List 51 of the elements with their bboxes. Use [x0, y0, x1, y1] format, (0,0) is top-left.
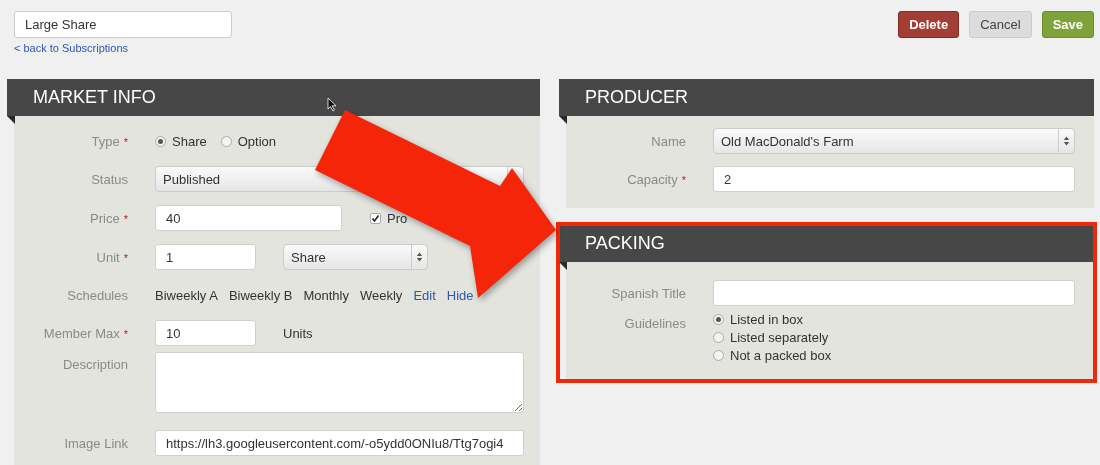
field-label: Capacity * [626, 171, 686, 187]
textarea-field[interactable] [155, 352, 524, 413]
field-label: Unit * [95, 249, 128, 265]
radio-option[interactable]: Listed separately [713, 330, 1075, 345]
field-label: Member Max * [42, 325, 128, 341]
select-field[interactable]: Share [283, 244, 428, 270]
schedule-name: Biweekly A [155, 287, 218, 303]
field-label: Spanish Title [610, 285, 686, 301]
field-label: Name [650, 133, 686, 149]
back-link[interactable]: < back to Subscriptions [14, 42, 129, 54]
text-field[interactable]: https://lh3.googleusercontent.com/-o5ydd0ONIu8/Ttg7ogi4 [155, 430, 524, 456]
text-field[interactable]: 1 [155, 244, 256, 270]
schedule-name: Monthly [303, 287, 349, 303]
text-field[interactable]: 40 [155, 205, 342, 231]
fold-icon [559, 262, 567, 270]
radio-option[interactable]: Listed in box [713, 312, 1075, 327]
checkmark-icon [371, 213, 380, 223]
title-field[interactable]: Large Share [14, 11, 232, 38]
field-label: Schedules [66, 287, 128, 303]
radio-option[interactable]: Share [155, 133, 207, 149]
schedule-name: Biweekly B [228, 287, 293, 303]
required-mark: * [681, 173, 686, 186]
radio-option[interactable]: Not a packed box [713, 348, 1075, 363]
field-label: Price * [89, 210, 128, 226]
panel-header: MARKET INFO [7, 79, 540, 116]
text-field[interactable] [713, 280, 1075, 306]
field-label: Status [90, 171, 128, 187]
checkbox-option[interactable]: Pro [370, 210, 408, 226]
panel-header: PRODUCER [559, 79, 1094, 116]
field-label: Description [61, 356, 128, 372]
panel-header: PACKING [559, 225, 1094, 262]
text-field[interactable]: 2 [713, 166, 1075, 192]
schedule-name: Weekly [360, 287, 403, 303]
fold-icon [559, 116, 567, 124]
schedule-link[interactable]: Edit [413, 287, 436, 303]
cursor-icon [327, 97, 337, 112]
required-mark: * [123, 251, 128, 264]
action-button[interactable]: Delete [898, 11, 960, 38]
required-mark: * [123, 212, 128, 225]
field-label: Image Link [63, 435, 128, 451]
text-field[interactable]: 10 [155, 320, 256, 346]
unit-label: Units [283, 325, 313, 341]
action-button[interactable]: Cancel [969, 11, 1032, 38]
required-mark: * [123, 327, 128, 340]
select-field[interactable]: Old MacDonald's Farm [713, 128, 1075, 154]
fold-icon [7, 116, 15, 124]
schedule-link[interactable]: Hide [446, 287, 474, 303]
field-label: Type * [90, 133, 128, 149]
radio-option[interactable]: Option [220, 133, 276, 149]
required-mark: * [123, 135, 128, 148]
field-label: Guidelines [623, 315, 686, 331]
